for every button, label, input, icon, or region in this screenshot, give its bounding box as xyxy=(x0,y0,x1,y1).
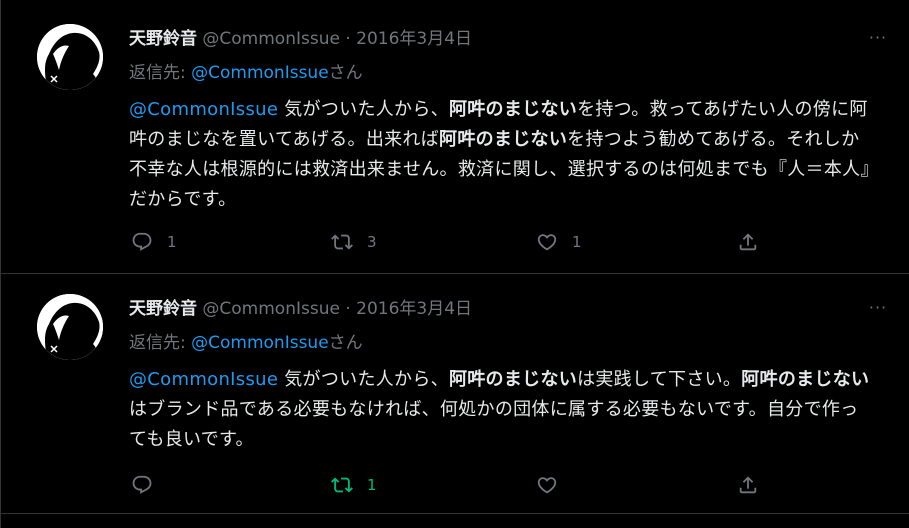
more-icon[interactable]: ··· xyxy=(866,296,890,320)
avatar-silhouette xyxy=(37,294,103,360)
mention-link[interactable]: @CommonIssue xyxy=(129,99,278,120)
display-name[interactable]: 天野鈴音 xyxy=(129,299,197,319)
like-button[interactable] xyxy=(536,470,572,500)
avatar[interactable] xyxy=(37,294,103,360)
reply-count: 1 xyxy=(167,233,177,251)
reply-prefix: 返信先: xyxy=(129,333,192,353)
bold-text: 阿吽のまじない xyxy=(439,129,568,150)
action-bar: 1 3 1 xyxy=(129,227,769,257)
reply-button[interactable] xyxy=(131,470,167,500)
reply-handle-link[interactable]: @CommonIssue xyxy=(191,333,329,353)
tweet[interactable]: 天野鈴音 @CommonIssue · 2016年3月4日 ··· 返信先: @… xyxy=(1,274,909,514)
retweet-count: 1 xyxy=(367,476,377,494)
tweet-date[interactable]: 2016年3月4日 xyxy=(356,299,472,319)
separator: · xyxy=(345,29,351,49)
like-button[interactable]: 1 xyxy=(536,227,582,257)
tweet-text: @CommonIssue 気がついた人から、阿吽のまじないは実践して下さい。阿吽… xyxy=(129,365,874,455)
tweet[interactable]: 天野鈴音 @CommonIssue · 2016年3月4日 ··· 返信先: @… xyxy=(1,0,909,274)
avatar-silhouette xyxy=(37,24,103,90)
bold-text: 阿吽のまじない xyxy=(448,369,578,390)
more-icon[interactable]: ··· xyxy=(866,26,890,50)
tweet-text: @CommonIssue 気がついた人から、阿吽のまじないを持つ。救ってあげたい… xyxy=(129,95,874,215)
text-segment: 気がついた人から、 xyxy=(278,369,449,390)
timeline: 天野鈴音 @CommonIssue · 2016年3月4日 ··· 返信先: @… xyxy=(0,0,909,528)
like-count: 1 xyxy=(572,233,582,251)
display-name[interactable]: 天野鈴音 xyxy=(129,29,197,49)
text-segment: は実践して下さい。 xyxy=(577,369,742,390)
share-button[interactable] xyxy=(737,470,759,500)
retweet-icon xyxy=(331,477,353,493)
tweet-header: 天野鈴音 @CommonIssue · 2016年3月4日 xyxy=(129,297,472,321)
avatar[interactable] xyxy=(37,24,103,90)
reply-prefix: 返信先: xyxy=(129,63,192,83)
retweet-icon xyxy=(331,234,353,250)
reply-button[interactable]: 1 xyxy=(131,227,177,257)
bold-text: 阿吽のまじない xyxy=(448,99,578,120)
reply-handle-link[interactable]: @CommonIssue xyxy=(191,63,329,83)
reply-to: 返信先: @CommonIssueさん xyxy=(129,331,363,355)
heart-icon xyxy=(537,234,557,251)
text-segment: はブランド品である必要もなければ、何処かの団体に属する必要もないです。自分で作っ… xyxy=(129,399,859,450)
share-button[interactable] xyxy=(737,227,759,257)
user-handle[interactable]: @CommonIssue xyxy=(202,29,340,49)
reply-suffix: さん xyxy=(328,333,363,353)
separator: · xyxy=(345,299,351,319)
share-icon xyxy=(739,476,757,494)
tweet-header: 天野鈴音 @CommonIssue · 2016年3月4日 xyxy=(129,27,472,51)
reply-icon xyxy=(132,232,152,251)
retweet-count: 3 xyxy=(367,233,377,251)
tweet-date[interactable]: 2016年3月4日 xyxy=(356,29,472,49)
user-handle[interactable]: @CommonIssue xyxy=(202,299,340,319)
action-bar: 1 xyxy=(129,470,769,500)
retweet-button[interactable]: 3 xyxy=(331,227,377,257)
bold-text: 阿吽のまじない xyxy=(741,369,870,390)
share-icon xyxy=(739,233,757,251)
reply-to: 返信先: @CommonIssueさん xyxy=(129,61,363,85)
retweet-button[interactable]: 1 xyxy=(331,470,377,500)
text-segment: 気がついた人から、 xyxy=(278,99,449,120)
reply-icon xyxy=(132,475,152,494)
reply-suffix: さん xyxy=(328,63,363,83)
mention-link[interactable]: @CommonIssue xyxy=(129,369,278,390)
heart-icon xyxy=(537,477,557,494)
